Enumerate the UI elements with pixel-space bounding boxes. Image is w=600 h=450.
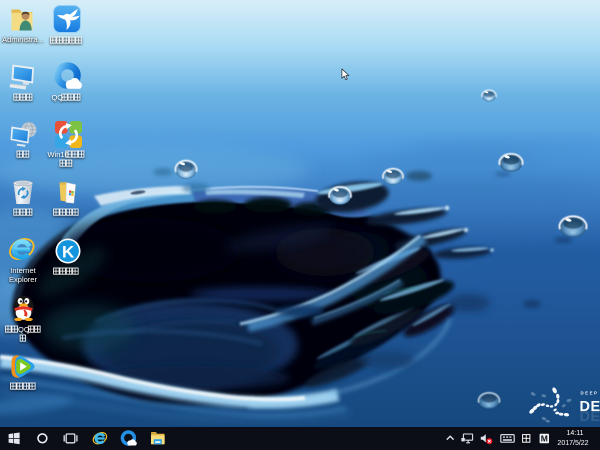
svg-text:DEEP: DEEP	[581, 391, 599, 396]
svg-text:K: K	[62, 242, 75, 261]
svg-text:M: M	[541, 433, 548, 443]
svg-text:DE: DE	[580, 407, 600, 423]
